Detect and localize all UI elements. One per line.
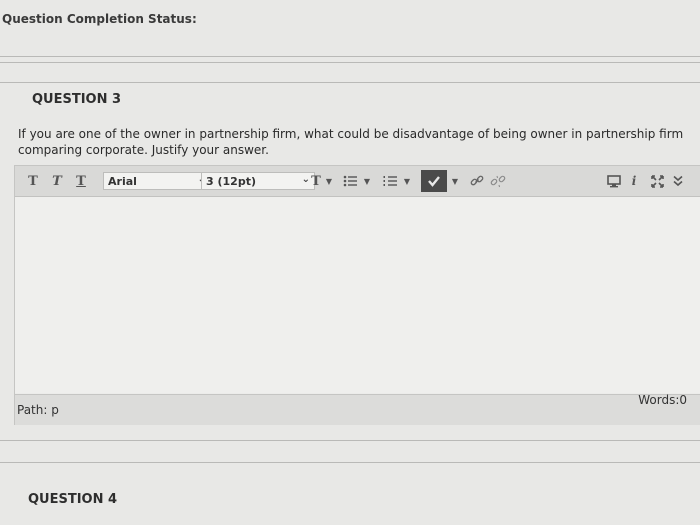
divider: [0, 82, 700, 83]
bulleted-list-icon[interactable]: [341, 172, 359, 190]
divider: [0, 56, 700, 57]
numbered-list-icon[interactable]: [381, 172, 399, 190]
answer-text-area[interactable]: [15, 197, 700, 393]
unlink-icon[interactable]: [489, 172, 507, 190]
font-family-value: Arial: [108, 174, 137, 188]
word-count: Words:0: [638, 393, 687, 407]
italic-button[interactable]: T: [49, 172, 65, 190]
underline-button[interactable]: T: [73, 172, 89, 190]
info-icon[interactable]: i: [627, 172, 641, 190]
font-family-select[interactable]: Arial ⌄: [103, 172, 211, 190]
editor-status-bar: Path: p Words:0: [15, 393, 700, 425]
spellcheck-icon[interactable]: [421, 170, 447, 192]
answer-editor: T T T Arial ⌄ 3 (12pt) ⌄ T ▼ ▼ ▼ ▼: [14, 165, 700, 425]
question-completion-status-label: Question Completion Status:: [2, 12, 197, 26]
question-3-text: If you are one of the owner in partnersh…: [18, 127, 684, 157]
font-size-value: 3 (12pt): [206, 174, 256, 188]
dropdown-arrow-icon[interactable]: ▼: [451, 172, 459, 190]
fullscreen-icon[interactable]: [649, 172, 665, 190]
preview-icon[interactable]: [605, 172, 623, 190]
link-icon[interactable]: [469, 172, 485, 190]
divider: [0, 440, 700, 441]
font-size-select[interactable]: 3 (12pt) ⌄: [201, 172, 315, 190]
bold-button[interactable]: T: [25, 172, 41, 190]
text-color-button[interactable]: T: [309, 172, 323, 190]
path-indicator: Path: p: [17, 403, 59, 417]
dropdown-arrow-icon[interactable]: ▼: [325, 172, 333, 190]
divider: [0, 462, 700, 463]
dropdown-arrow-icon[interactable]: ▼: [363, 172, 371, 190]
question-4-title: QUESTION 4: [28, 492, 118, 507]
dropdown-arrow-icon[interactable]: ▼: [403, 172, 411, 190]
divider: [0, 62, 700, 63]
question-3-title: QUESTION 3: [32, 92, 122, 107]
editor-toolbar: T T T Arial ⌄ 3 (12pt) ⌄ T ▼ ▼ ▼ ▼: [15, 166, 700, 197]
collapse-toolbar-icon[interactable]: [671, 172, 685, 190]
